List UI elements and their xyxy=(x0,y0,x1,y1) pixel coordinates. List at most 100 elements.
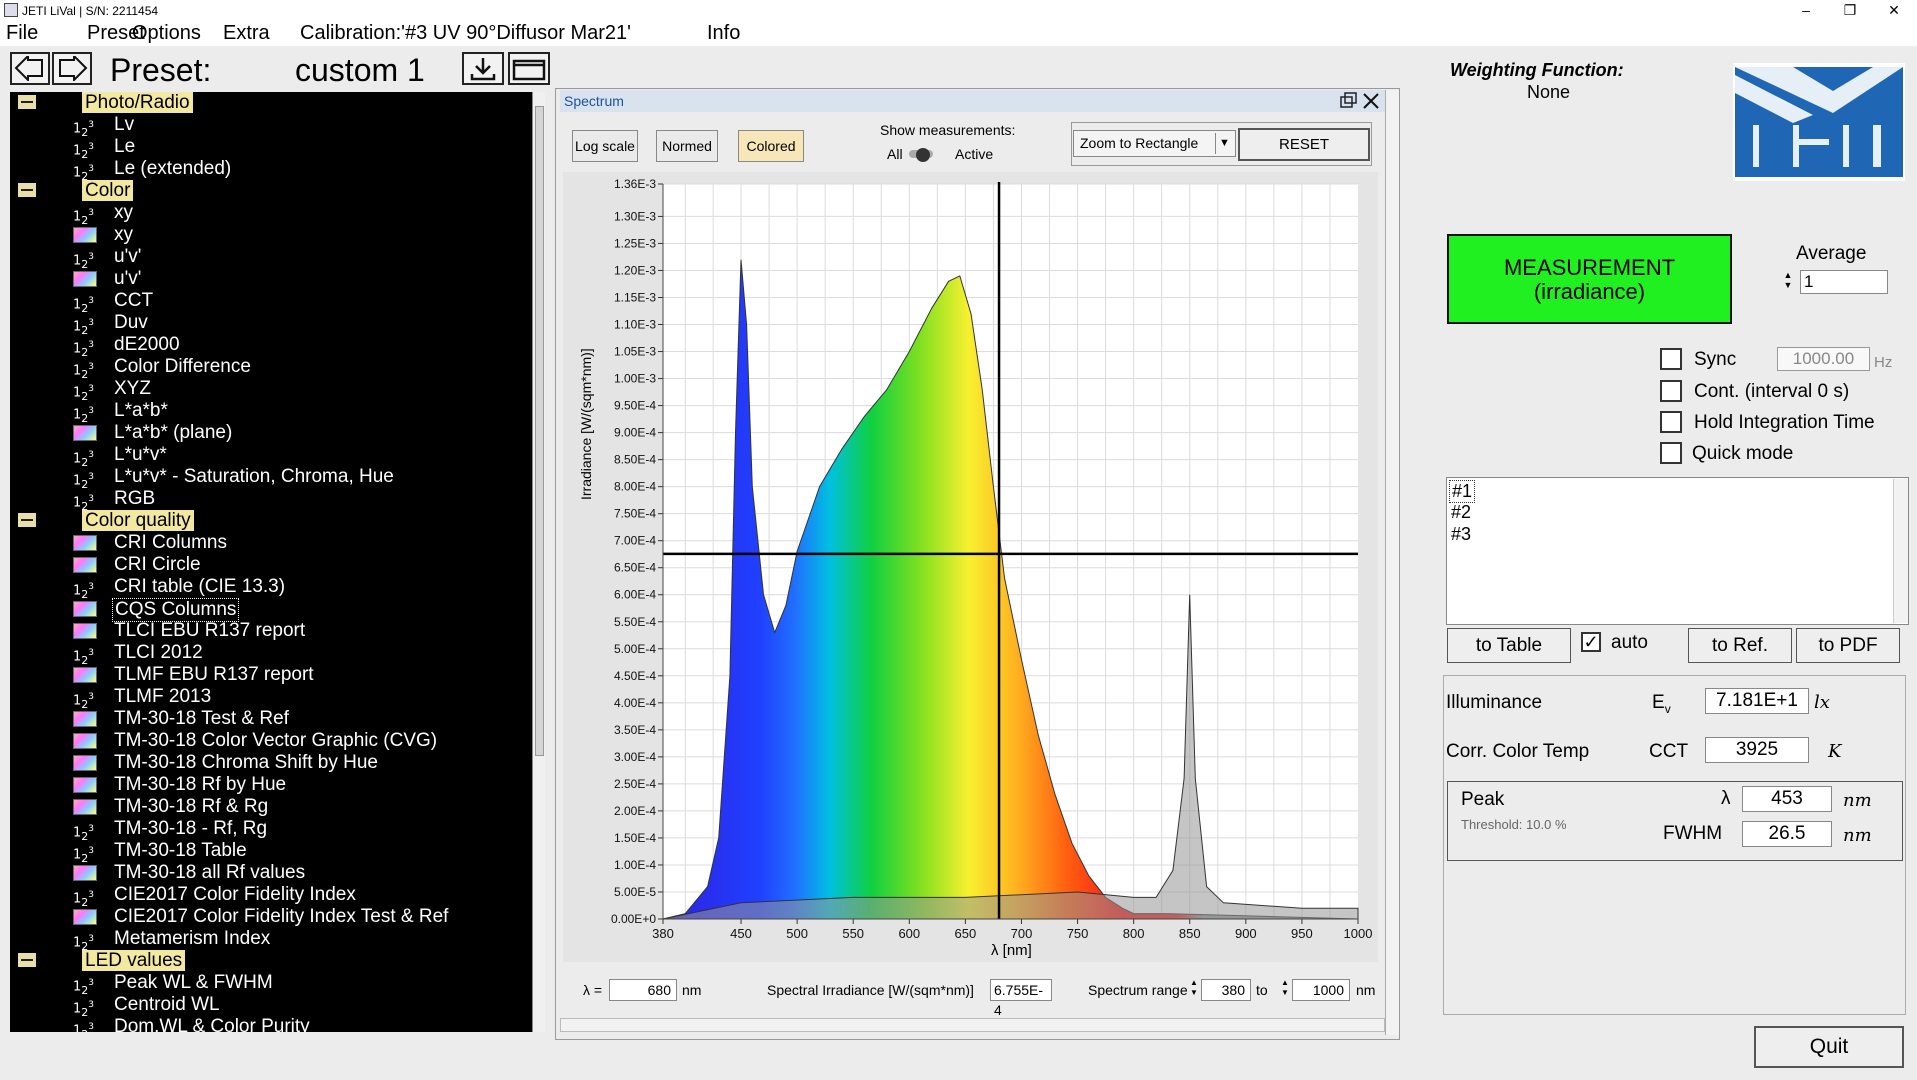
tree-item[interactable]: CRI Circle xyxy=(10,554,530,576)
tree-item[interactable]: TLCI EBU R137 report xyxy=(10,620,530,642)
restore-icon[interactable] xyxy=(1340,92,1358,110)
spectrum-hscrollbar[interactable] xyxy=(560,1018,1385,1032)
reset-button[interactable]: RESET xyxy=(1238,128,1370,161)
tree-item[interactable]: 123 u'v' xyxy=(10,246,530,271)
normed-button[interactable]: Normed xyxy=(656,130,718,162)
measurement-button[interactable]: MEASUREMENT (irradiance) xyxy=(1447,234,1732,324)
collapse-icon[interactable] xyxy=(18,953,36,967)
tree-item[interactable]: 123 TLCI 2012 xyxy=(10,642,530,667)
graphic-chart-icon xyxy=(73,755,97,771)
tree-item[interactable]: 123 Le (extended) xyxy=(10,158,530,183)
range-to-spinner[interactable]: ▲ ▼ xyxy=(1281,978,1289,998)
tree-group[interactable]: Photo/Radio xyxy=(10,92,530,114)
average-spinner[interactable]: ▲ ▼ xyxy=(1781,270,1795,294)
list-item[interactable]: #1 xyxy=(1449,480,1476,503)
tree-item[interactable]: 123 Peak WL & FWHM xyxy=(10,972,530,997)
tree-item[interactable]: 123 Dom.WL & Color Purity xyxy=(10,1016,530,1032)
menu-extra[interactable]: Extra xyxy=(223,22,270,45)
list-item[interactable]: #2 xyxy=(1451,502,1471,523)
hold-integration-checkbox[interactable] xyxy=(1660,411,1682,433)
measurement-toggle[interactable] xyxy=(907,146,937,162)
tree-item[interactable]: TM-30-18 Color Vector Graphic (CVG) xyxy=(10,730,530,752)
tree-item[interactable]: CIE2017 Color Fidelity Index Test & Ref xyxy=(10,906,530,928)
zoom-mode-select[interactable]: Zoom to Rectangle ▼ xyxy=(1073,130,1236,157)
range-from-spinner[interactable]: ▲ ▼ xyxy=(1190,978,1198,998)
tree-item[interactable]: TM-30-18 all Rf values xyxy=(10,862,530,884)
average-input[interactable]: 1 xyxy=(1800,270,1888,294)
measurement-list[interactable]: #1 #2 #3 xyxy=(1446,477,1909,625)
to-table-button[interactable]: to Table xyxy=(1447,628,1571,663)
tree-item[interactable]: 123 Metamerism Index xyxy=(10,928,530,953)
tree-item[interactable]: 123 TLMF 2013 xyxy=(10,686,530,711)
close-icon[interactable] xyxy=(1362,92,1380,110)
tree-item-label: Le (extended) xyxy=(114,158,232,179)
tree-item[interactable]: TM-30-18 Test & Ref xyxy=(10,708,530,730)
tree-item[interactable]: 123 CCT xyxy=(10,290,530,315)
auto-checkbox[interactable]: ✓ xyxy=(1581,632,1601,652)
tree-item[interactable]: xy xyxy=(10,224,530,246)
collapse-icon[interactable] xyxy=(18,95,36,109)
to-pdf-button[interactable]: to PDF xyxy=(1796,628,1900,663)
irradiance-value[interactable]: 6.755E-4 xyxy=(990,979,1052,1018)
tree-item[interactable]: 123 dE2000 xyxy=(10,334,530,359)
tree-scrollbar[interactable] xyxy=(532,92,545,1032)
tree-item[interactable]: L*a*b* (plane) xyxy=(10,422,530,444)
list-scrollbar[interactable] xyxy=(1893,479,1908,623)
menu-info[interactable]: Info xyxy=(707,22,740,45)
tree-item[interactable]: TM-30-18 Rf & Rg xyxy=(10,796,530,818)
tree-item[interactable]: CQS Columns xyxy=(10,598,530,622)
tree-item[interactable]: u'v' xyxy=(10,268,530,290)
spectrum-chart[interactable]: 0.00E+0 5.00E-5 1.00E-4 1.50E-4 2.00E-4 2.50E… xyxy=(563,172,1378,962)
close-button[interactable]: ✕ xyxy=(1871,0,1917,22)
tree-item[interactable]: 123 TM-30-18 Table xyxy=(10,840,530,865)
range-from-input[interactable]: 380 xyxy=(1201,979,1251,1001)
graphic-chart-icon xyxy=(73,271,97,287)
tree-item[interactable]: 123 Lv xyxy=(10,114,530,139)
tree-group[interactable]: Color xyxy=(10,180,530,202)
tree-group[interactable]: Color quality xyxy=(10,510,530,532)
log-scale-button[interactable]: Log scale xyxy=(572,130,638,162)
tree-item[interactable]: 123 L*a*b* xyxy=(10,400,530,425)
minimize-button[interactable]: – xyxy=(1783,0,1829,22)
preset-prev-button[interactable] xyxy=(10,52,50,85)
tree-item[interactable]: 123 L*u*v* xyxy=(10,444,530,469)
lambda-input[interactable]: 680 xyxy=(609,979,677,1001)
range-to-input[interactable]: 1000 xyxy=(1292,979,1350,1001)
spectrum-scrollbar[interactable] xyxy=(1385,90,1399,1035)
tree-item[interactable]: 123 TM-30-18 - Rf, Rg xyxy=(10,818,530,843)
sync-frequency-input[interactable]: 1000.00 xyxy=(1777,347,1870,371)
tree-item[interactable]: 123 CRI table (CIE 13.3) xyxy=(10,576,530,601)
tree-item[interactable]: TM-30-18 Rf by Hue xyxy=(10,774,530,796)
quick-mode-checkbox[interactable] xyxy=(1660,442,1682,464)
save-preset-button[interactable] xyxy=(462,52,504,85)
numeric-table-icon: 123 xyxy=(73,648,95,667)
quit-button[interactable]: Quit xyxy=(1754,1026,1904,1068)
to-ref-button[interactable]: to Ref. xyxy=(1688,628,1792,663)
tree-item[interactable]: 123 XYZ xyxy=(10,378,530,403)
menu-options[interactable]: Options xyxy=(132,22,201,45)
tree-item[interactable]: 123 Color Difference xyxy=(10,356,530,381)
tree-item[interactable]: 123 Centroid WL xyxy=(10,994,530,1019)
collapse-icon[interactable] xyxy=(18,183,36,197)
tree-item[interactable]: TM-30-18 Chroma Shift by Hue xyxy=(10,752,530,774)
tree-item[interactable]: 123 L*u*v* - Saturation, Chroma, Hue xyxy=(10,466,530,491)
maximize-button[interactable]: ❐ xyxy=(1827,0,1873,22)
tree-item[interactable]: 123 RGB xyxy=(10,488,530,513)
tree-item[interactable]: 123 xy xyxy=(10,202,530,227)
tree-item[interactable]: TLMF EBU R137 report xyxy=(10,664,530,686)
collapse-icon[interactable] xyxy=(18,513,36,527)
list-item[interactable]: #3 xyxy=(1451,524,1471,545)
tree-item[interactable]: CRI Columns xyxy=(10,532,530,554)
tree-item[interactable]: 123 Le xyxy=(10,136,530,161)
tree-item[interactable]: 123 Duv xyxy=(10,312,530,337)
open-preset-button[interactable] xyxy=(508,52,550,85)
menu-calibration[interactable]: Calibration:'#3 UV 90°Diffusor Mar21' xyxy=(300,22,631,45)
continuous-checkbox[interactable] xyxy=(1660,380,1682,402)
sync-checkbox[interactable] xyxy=(1660,348,1682,370)
menu-file[interactable]: File xyxy=(6,22,38,45)
tree-item[interactable]: 123 CIE2017 Color Fidelity Index xyxy=(10,884,530,909)
colored-button[interactable]: Colored xyxy=(738,130,804,162)
tree-group[interactable]: LED values xyxy=(10,950,530,972)
tree-scroll-thumb[interactable] xyxy=(535,106,544,756)
preset-next-button[interactable] xyxy=(52,52,92,85)
